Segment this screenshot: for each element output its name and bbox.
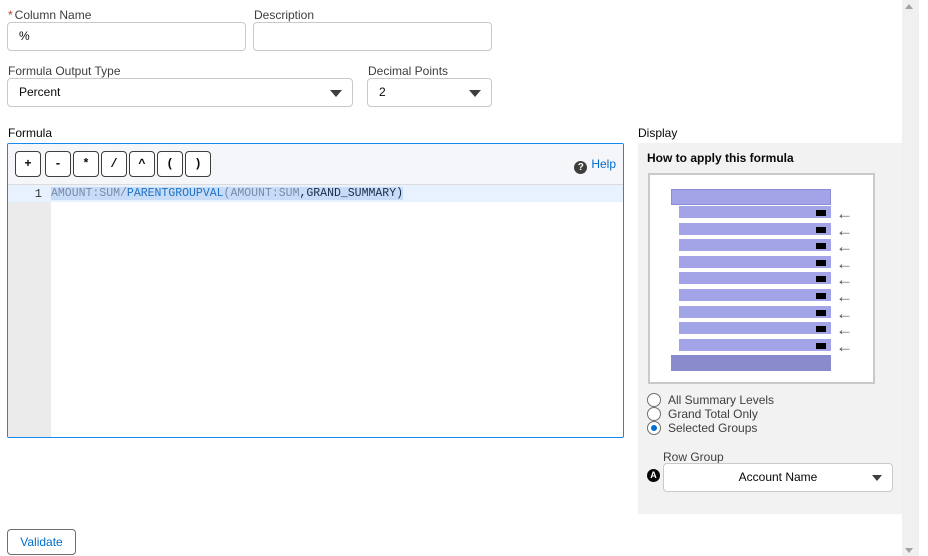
column-name-label: * Column Name [8,8,92,22]
display-label: Display [638,126,678,140]
line-number: 1 [34,187,42,201]
summary-levels-diagram: ← ← ← ← ← ← ← ← ← [648,173,875,384]
arrow-left-icon: ← [836,336,853,356]
help-label: Help [591,157,616,171]
arrow-left-icon: ← [836,253,853,273]
radio-selected-groups[interactable] [647,421,661,435]
output-type-select[interactable]: Percent [7,78,353,107]
arrow-left-icon: ← [836,237,853,257]
formula-label: Formula [8,126,53,140]
option-selected-groups[interactable]: Selected Groups [647,421,757,435]
page-scrollbar[interactable] [902,0,919,556]
description-input[interactable] [253,22,492,51]
line-gutter [8,185,51,437]
formula-token: / [120,187,127,200]
option-label: All Summary Levels [668,393,775,407]
scroll-up-icon[interactable] [905,4,913,9]
validate-button[interactable]: Validate [7,529,76,555]
radio-grand-total-only[interactable] [647,407,661,421]
diagram-row-marker [816,243,826,250]
output-type-label: Formula Output Type [8,64,121,78]
diagram-row [679,305,831,320]
diagram-row [679,222,831,237]
diagram-row-marker [816,210,826,216]
decimal-points-select[interactable]: 2 [367,78,492,107]
formula-editor[interactable]: + - * / ^ ( ) ? Help 1 AMOUNT:SUM/PARENTG… [7,143,624,438]
diagram-row-marker [816,226,826,233]
arrow-left-icon: ← [836,270,853,290]
diagram-row [679,338,831,353]
diagram-row-marker [816,326,826,333]
radio-all-summary-levels[interactable] [647,393,661,407]
formula-token: ) [396,187,403,200]
formula-token: AMOUNT:SUM [51,187,121,200]
diagram-row [679,206,831,220]
column-name-input[interactable]: % [7,22,246,51]
diagram-row [679,272,831,287]
diagram-header [671,189,831,205]
exponent-operator-button[interactable]: ^ [129,151,155,177]
output-type-value: Percent [19,85,61,99]
row-group-value: Account Name [738,470,818,484]
chevron-down-icon [872,475,882,481]
row-group-badge-icon: A [647,469,660,482]
diagram-footer [671,355,831,371]
option-label: Selected Groups [668,421,758,435]
close-paren-button[interactable]: ) [185,151,211,177]
diagram-row-marker [816,276,826,283]
diagram-row [679,255,831,270]
minus-operator-button[interactable]: - [45,151,71,177]
option-grand-total-only[interactable]: Grand Total Only [647,407,758,421]
diagram-row [679,289,831,303]
decimal-points-label: Decimal Points [368,64,449,78]
formula-token: AMOUNT:SUM [230,187,300,200]
divide-operator-button[interactable]: / [101,151,127,177]
arrow-left-icon: ← [836,320,853,340]
diagram-row [679,239,831,254]
diagram-row-marker [816,342,826,349]
formula-toolbar: + - * / ^ ( ) ? Help [8,144,623,185]
decimal-points-value: 2 [379,85,386,99]
row-group-select[interactable]: Account Name [663,463,893,492]
arrow-left-icon: ← [836,303,853,323]
chevron-down-icon [469,90,481,97]
open-paren-button[interactable]: ( [157,151,183,177]
help-icon: ? [574,161,588,174]
diagram-row-marker [816,259,826,266]
arrow-left-icon: ← [836,220,853,240]
description-label: Description [254,8,315,22]
formula-token: PARENTGROUPVAL [126,187,224,200]
scroll-down-icon[interactable] [905,548,913,553]
plus-operator-button[interactable]: + [15,151,41,177]
option-label: Grand Total Only [668,407,758,421]
diagram-row-marker [816,309,826,316]
row-group-label: Row Group [663,450,724,464]
help-link[interactable]: ? Help [574,157,616,174]
arrow-left-icon: ← [836,204,853,223]
display-heading: How to apply this formula [647,151,794,165]
arrow-left-icon: ← [836,287,853,306]
diagram-row [679,322,831,337]
option-all-summary-levels[interactable]: All Summary Levels [647,393,774,407]
formula-code[interactable]: AMOUNT:SUM/PARENTGROUPVAL(AMOUNT:SUM,GRA… [51,187,403,200]
chevron-down-icon [330,90,342,97]
multiply-operator-button[interactable]: * [73,151,99,177]
diagram-row-marker [816,293,826,299]
formula-token: GRAND_SUMMARY [306,187,397,200]
